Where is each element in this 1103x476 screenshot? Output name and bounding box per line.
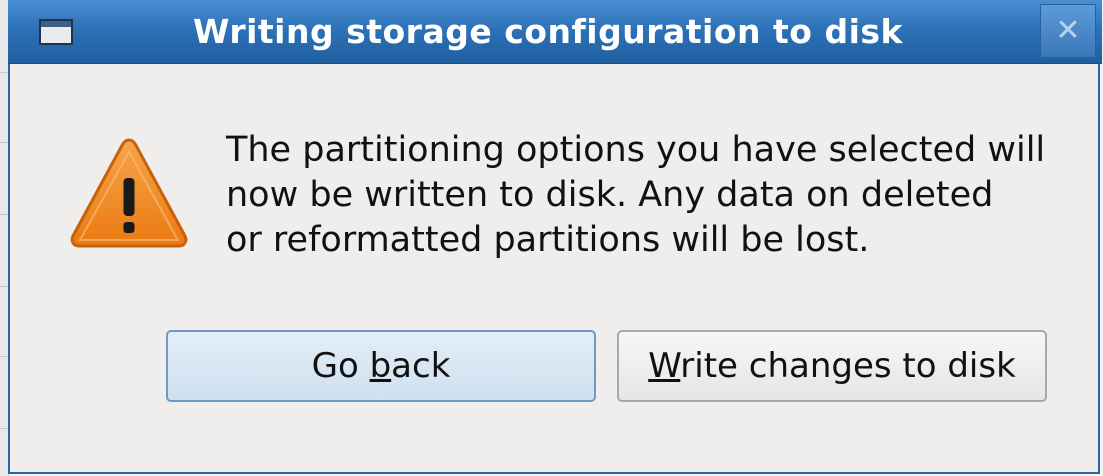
write-changes-button[interactable]: Write changes to disk bbox=[617, 330, 1047, 402]
confirmation-dialog: Writing storage configuration to disk ✕ … bbox=[8, 0, 1102, 474]
mnemonic-underline: W bbox=[648, 346, 681, 386]
warning-message: The partitioning options you have select… bbox=[226, 130, 1046, 260]
dialog-title: Writing storage configuration to disk bbox=[193, 12, 903, 51]
warning-triangle-icon bbox=[70, 138, 188, 248]
window-menu-icon[interactable] bbox=[39, 19, 73, 45]
mnemonic-underline: b bbox=[369, 346, 392, 386]
dialog-titlebar[interactable]: Writing storage configuration to disk ✕ bbox=[8, 0, 1102, 64]
close-button[interactable]: ✕ bbox=[1040, 4, 1096, 58]
go-back-button[interactable]: Go back bbox=[166, 330, 596, 402]
